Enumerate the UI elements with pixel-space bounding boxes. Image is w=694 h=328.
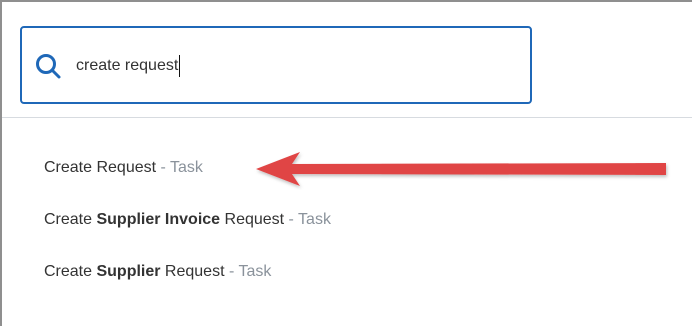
search-input-text: create request (76, 57, 179, 74)
result-prefix: Create (44, 263, 97, 280)
result-prefix: Create (44, 159, 97, 176)
result-prefix: Create (44, 211, 97, 228)
result-separator: - (224, 263, 239, 280)
search-header: create request (2, 2, 692, 118)
result-bold-match: Supplier (96, 263, 161, 280)
result-type-tag: Task (170, 159, 203, 176)
result-separator: - (284, 211, 299, 228)
arrow-left-icon (256, 152, 666, 186)
search-dropdown-panel: create request Create Request - Task Cre… (0, 0, 692, 326)
result-type-tag: Task (298, 211, 331, 228)
result-suffix: Request (220, 211, 285, 228)
result-suffix: Request (160, 263, 225, 280)
text-caret (179, 55, 181, 77)
result-suffix: Request (96, 159, 157, 176)
search-input[interactable]: create request (76, 48, 496, 84)
result-create-supplier-invoice-request[interactable]: Create Supplier Invoice Request - Task (44, 211, 331, 229)
result-type-tag: Task (238, 263, 272, 280)
result-separator: - (156, 159, 170, 176)
search-box[interactable]: create request (20, 26, 532, 104)
result-create-supplier-request[interactable]: Create Supplier Request - Task (44, 263, 271, 281)
search-results-list: Create Request - Task Create Supplier In… (2, 118, 692, 326)
result-create-request[interactable]: Create Request - Task (44, 159, 203, 177)
search-icon (36, 54, 61, 79)
result-bold-match: Supplier Invoice (96, 211, 221, 228)
